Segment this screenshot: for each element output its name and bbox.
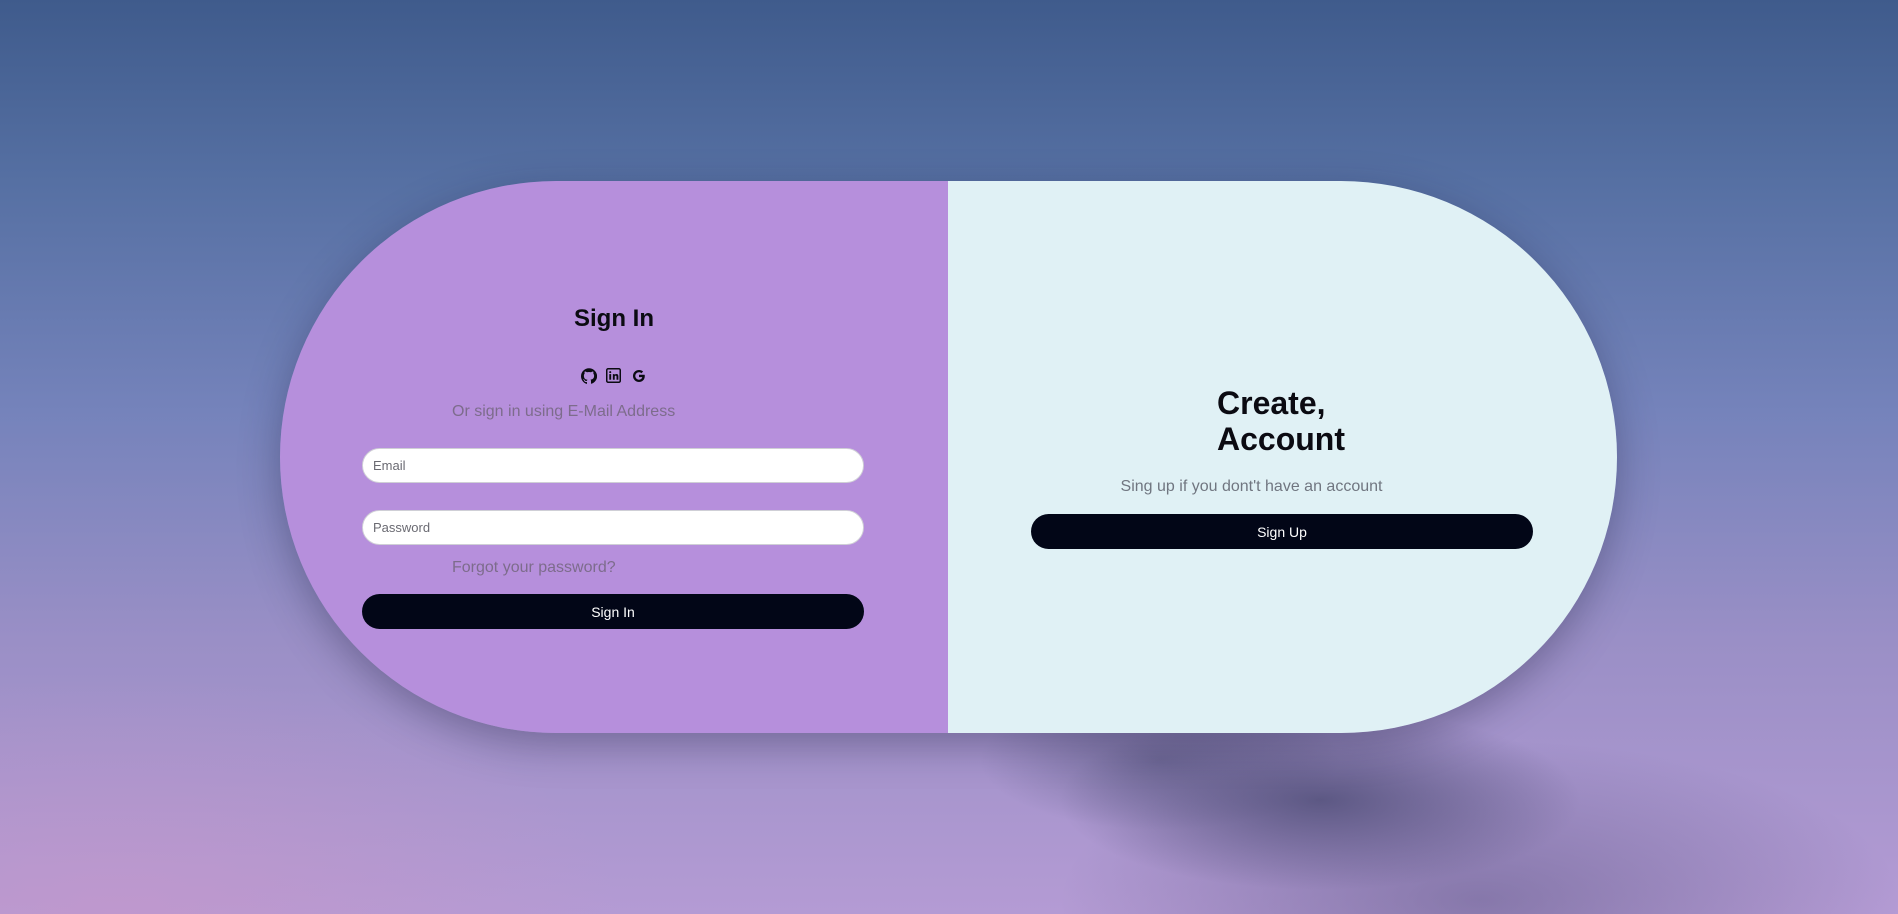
social-icons — [580, 367, 647, 384]
signup-title-line1: Create, — [1217, 385, 1326, 421]
signup-panel: Create, Account Sing up if you dont't ha… — [948, 181, 1617, 733]
auth-card: Sign In Or sign in using E-Mail Address … — [280, 181, 1617, 733]
google-icon[interactable] — [630, 367, 647, 384]
signup-title: Create, Account — [1217, 385, 1345, 457]
signin-button[interactable]: Sign In — [362, 594, 864, 629]
signin-panel: Sign In Or sign in using E-Mail Address … — [280, 181, 948, 733]
password-input[interactable] — [362, 510, 864, 545]
email-input[interactable] — [362, 448, 864, 483]
signup-subtitle: Sing up if you dont't have an account — [1120, 478, 1383, 495]
forgot-password-link[interactable]: Forgot your password? — [452, 559, 616, 577]
signin-title: Sign In — [574, 305, 654, 332]
linkedin-icon[interactable] — [605, 367, 622, 384]
signup-title-line2: Account — [1217, 421, 1345, 457]
github-icon[interactable] — [580, 367, 597, 384]
signup-button[interactable]: Sign Up — [1031, 514, 1533, 549]
signin-subtitle: Or sign in using E-Mail Address — [452, 403, 676, 420]
